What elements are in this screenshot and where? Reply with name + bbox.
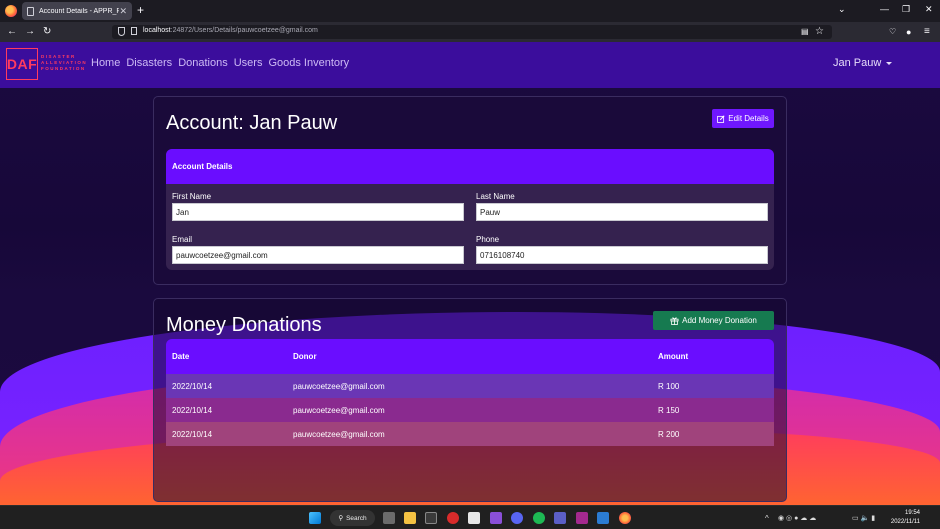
edit-icon xyxy=(717,114,725,123)
minimize-icon[interactable]: — xyxy=(880,4,889,14)
terminal-icon[interactable] xyxy=(425,512,437,524)
visual-studio-icon[interactable] xyxy=(490,512,502,524)
windows-taskbar: ⚲ Search ^ ◉ ◎ ● ☁ ☁ ▭ 🔈 ▮ 19:54 2022/11… xyxy=(0,505,940,529)
firefox-icon[interactable] xyxy=(5,5,17,17)
page-icon xyxy=(27,6,34,16)
window-close-icon[interactable]: ✕ xyxy=(925,4,933,15)
cell-date: 2022/10/14 xyxy=(172,405,213,415)
phone-label: Phone xyxy=(476,235,500,244)
teams-icon[interactable] xyxy=(554,512,566,524)
maximize-icon[interactable]: ❐ xyxy=(902,4,910,15)
file-explorer-icon[interactable] xyxy=(404,512,416,524)
cell-date: 2022/10/14 xyxy=(172,381,213,391)
table-row: 2022/10/14 pauwcoetzee@gmail.com R 200 xyxy=(166,422,774,446)
cell-donor: pauwcoetzee@gmail.com xyxy=(293,405,385,415)
user-name: Jan Pauw xyxy=(833,57,882,69)
page-viewport: DAF DISASTER ALLEVIATION FOUNDATION Home… xyxy=(0,42,940,505)
section-heading: Money Donations xyxy=(166,314,322,336)
user-menu-dropdown[interactable]: Jan Pauw xyxy=(833,57,893,69)
email-label: Email xyxy=(172,235,193,244)
opera-icon[interactable] xyxy=(447,512,459,524)
cell-donor: pauwcoetzee@gmail.com xyxy=(293,429,385,439)
spotify-icon[interactable] xyxy=(533,512,545,524)
page-title: Account: Jan Pauw xyxy=(166,112,338,134)
section-title: Account Details xyxy=(166,149,774,184)
browser-navbar: ← → ↻ localhost:24872/Users/Details/pauw… xyxy=(0,22,940,42)
site-info-icon[interactable] xyxy=(131,27,137,35)
word-icon[interactable] xyxy=(597,512,609,524)
app-icon[interactable] xyxy=(576,512,588,524)
search-label: Search xyxy=(346,514,367,522)
tray-icons[interactable]: ◉ ◎ ● ☁ ☁ xyxy=(778,514,816,522)
taskbar-clock[interactable]: 19:54 2022/11/11 xyxy=(890,509,920,527)
search-icon: ⚲ xyxy=(338,515,344,522)
nav-link-disasters[interactable]: Disasters xyxy=(126,57,172,69)
column-header-amount: Amount xyxy=(658,352,689,361)
browser-tab-bar: Account Details - APPR_POE ✕ + ⌄ — ❐ ✕ xyxy=(0,0,940,22)
back-icon[interactable]: ← xyxy=(7,26,17,38)
first-name-field[interactable] xyxy=(172,203,464,221)
logo-line: FOUNDATION xyxy=(41,66,86,71)
nav-link-home[interactable]: Home xyxy=(91,57,120,69)
account-card: Account: Jan Pauw Edit Details Account D… xyxy=(153,96,787,285)
last-name-field[interactable] xyxy=(476,203,768,221)
start-icon[interactable] xyxy=(309,512,321,524)
column-header-date: Date xyxy=(172,352,190,361)
calendar-icon[interactable] xyxy=(468,512,480,524)
money-donations-card: Money Donations Add Money Donation Date … xyxy=(153,298,787,502)
site-navbar: DAF DISASTER ALLEVIATION FOUNDATION Home… xyxy=(0,42,940,88)
gift-icon xyxy=(670,317,679,325)
nav-link-goods-inventory[interactable]: Goods Inventory xyxy=(268,57,349,69)
clock-date: 2022/11/11 xyxy=(890,519,920,525)
account-details-panel: Account Details First Name Last Name Ema… xyxy=(166,149,774,270)
reader-view-icon[interactable]: ▤ xyxy=(801,26,809,38)
clock-time: 19:54 xyxy=(904,510,920,516)
taskbar-search[interactable]: ⚲ Search xyxy=(330,510,375,526)
edit-details-label: Edit Details xyxy=(728,114,769,123)
table-row: 2022/10/14 pauwcoetzee@gmail.com R 100 xyxy=(166,374,774,398)
column-header-donor: Donor xyxy=(293,352,317,361)
app-menu-icon[interactable]: ≡ xyxy=(924,26,930,38)
cell-amount: R 150 xyxy=(658,405,680,415)
logo-tagline: DISASTER ALLEVIATION FOUNDATION xyxy=(41,54,87,72)
donations-table: Date Donor Amount 2022/10/14 pauwcoetzee… xyxy=(166,339,774,447)
table-row: 2022/10/14 pauwcoetzee@gmail.com R 150 xyxy=(166,398,774,422)
nav-link-donations[interactable]: Donations xyxy=(178,57,228,69)
shield-icon[interactable] xyxy=(118,27,125,36)
forward-icon[interactable]: → xyxy=(25,26,35,38)
cell-amount: R 200 xyxy=(658,429,680,439)
add-money-donation-label: Add Money Donation xyxy=(682,316,757,325)
cell-date: 2022/10/14 xyxy=(172,429,213,439)
nav-link-users[interactable]: Users xyxy=(234,57,263,69)
url-text[interactable]: localhost:24872/Users/Details/pauwcoetze… xyxy=(143,27,318,34)
edit-details-button[interactable]: Edit Details xyxy=(712,109,774,128)
firefox-taskbar-icon[interactable] xyxy=(619,512,631,524)
add-money-donation-button[interactable]: Add Money Donation xyxy=(653,311,774,330)
tray-chevron-icon[interactable]: ^ xyxy=(765,514,769,523)
list-tabs-icon[interactable]: ⌄ xyxy=(838,4,846,15)
caret-down-icon xyxy=(886,61,893,65)
tab-title: Account Details - APPR_POE xyxy=(39,7,120,15)
discord-icon[interactable] xyxy=(511,512,523,524)
bookmark-icon[interactable]: ☆ xyxy=(815,26,824,38)
last-name-label: Last Name xyxy=(476,192,515,201)
browser-tab[interactable]: Account Details - APPR_POE ✕ xyxy=(22,2,132,20)
url-path: :24872/Users/Details/pauwcoetzee@gmail.c… xyxy=(170,27,318,34)
url-host: localhost xyxy=(143,27,171,34)
cell-donor: pauwcoetzee@gmail.com xyxy=(293,381,385,391)
system-tray-icons[interactable]: ▭ 🔈 ▮ xyxy=(852,514,875,522)
daf-logo[interactable]: DAF xyxy=(6,48,38,80)
phone-field[interactable] xyxy=(476,246,768,264)
table-header: Date Donor Amount xyxy=(166,339,774,374)
email-field[interactable] xyxy=(172,246,464,264)
account-icon[interactable]: ● xyxy=(906,26,911,38)
first-name-label: First Name xyxy=(172,192,212,201)
task-view-icon[interactable] xyxy=(383,512,395,524)
reload-icon[interactable]: ↻ xyxy=(43,26,51,38)
tab-close-icon[interactable]: ✕ xyxy=(119,6,127,17)
pocket-icon[interactable]: ♡ xyxy=(889,26,896,38)
nav-links: Home Disasters Donations Users Goods Inv… xyxy=(91,57,355,69)
cell-amount: R 100 xyxy=(658,381,680,391)
new-tab-button[interactable]: + xyxy=(137,3,144,17)
